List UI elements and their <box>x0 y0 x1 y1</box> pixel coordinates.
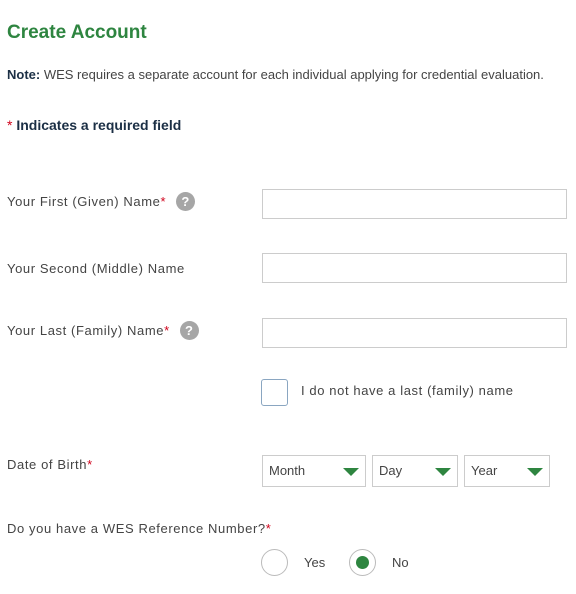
chevron-down-icon <box>435 468 451 476</box>
radio-selected-dot <box>356 556 369 569</box>
required-star: * <box>265 521 272 536</box>
last-name-input[interactable] <box>262 318 567 348</box>
middle-name-label: Your Second (Middle) Name <box>7 261 185 276</box>
last-name-label: Your Last (Family) Name*? <box>7 321 199 341</box>
wes-ref-yes-label[interactable]: Yes <box>304 555 325 570</box>
required-star: * <box>160 193 167 209</box>
required-field-legend: * Indicates a required field <box>7 117 181 133</box>
required-legend-text: Indicates a required field <box>12 117 182 133</box>
middle-name-input[interactable] <box>262 253 567 283</box>
required-star: * <box>87 457 93 472</box>
dob-month-select[interactable]: Month <box>262 455 366 487</box>
wes-ref-label: Do you have a WES Reference Number?* <box>7 521 272 536</box>
chevron-down-icon <box>343 468 359 476</box>
note-prefix: Note: <box>7 67 41 82</box>
wes-ref-no-label[interactable]: No <box>392 555 409 570</box>
dob-day-value: Day <box>379 463 403 478</box>
no-last-name-label[interactable]: I do not have a last (family) name <box>301 383 514 398</box>
page-title: Create Account <box>7 22 147 43</box>
required-star: * <box>164 322 170 338</box>
note-body: WES requires a separate account for each… <box>40 67 544 82</box>
note-text: Note: WES requires a separate account fo… <box>7 67 544 82</box>
dob-year-value: Year <box>471 463 498 478</box>
dob-day-select[interactable]: Day <box>372 455 458 487</box>
help-icon[interactable]: ? <box>179 321 199 340</box>
help-icon[interactable]: ? <box>176 192 196 211</box>
dob-label: Date of Birth* <box>7 457 93 472</box>
first-name-label: Your First (Given) Name*? <box>7 192 196 212</box>
first-name-input[interactable] <box>262 189 567 219</box>
wes-ref-yes-radio[interactable] <box>261 549 288 576</box>
dob-year-select[interactable]: Year <box>464 455 550 487</box>
dob-month-value: Month <box>269 463 306 478</box>
wes-ref-no-radio[interactable] <box>349 549 376 576</box>
no-last-name-checkbox[interactable] <box>261 379 288 406</box>
chevron-down-icon <box>527 468 543 476</box>
